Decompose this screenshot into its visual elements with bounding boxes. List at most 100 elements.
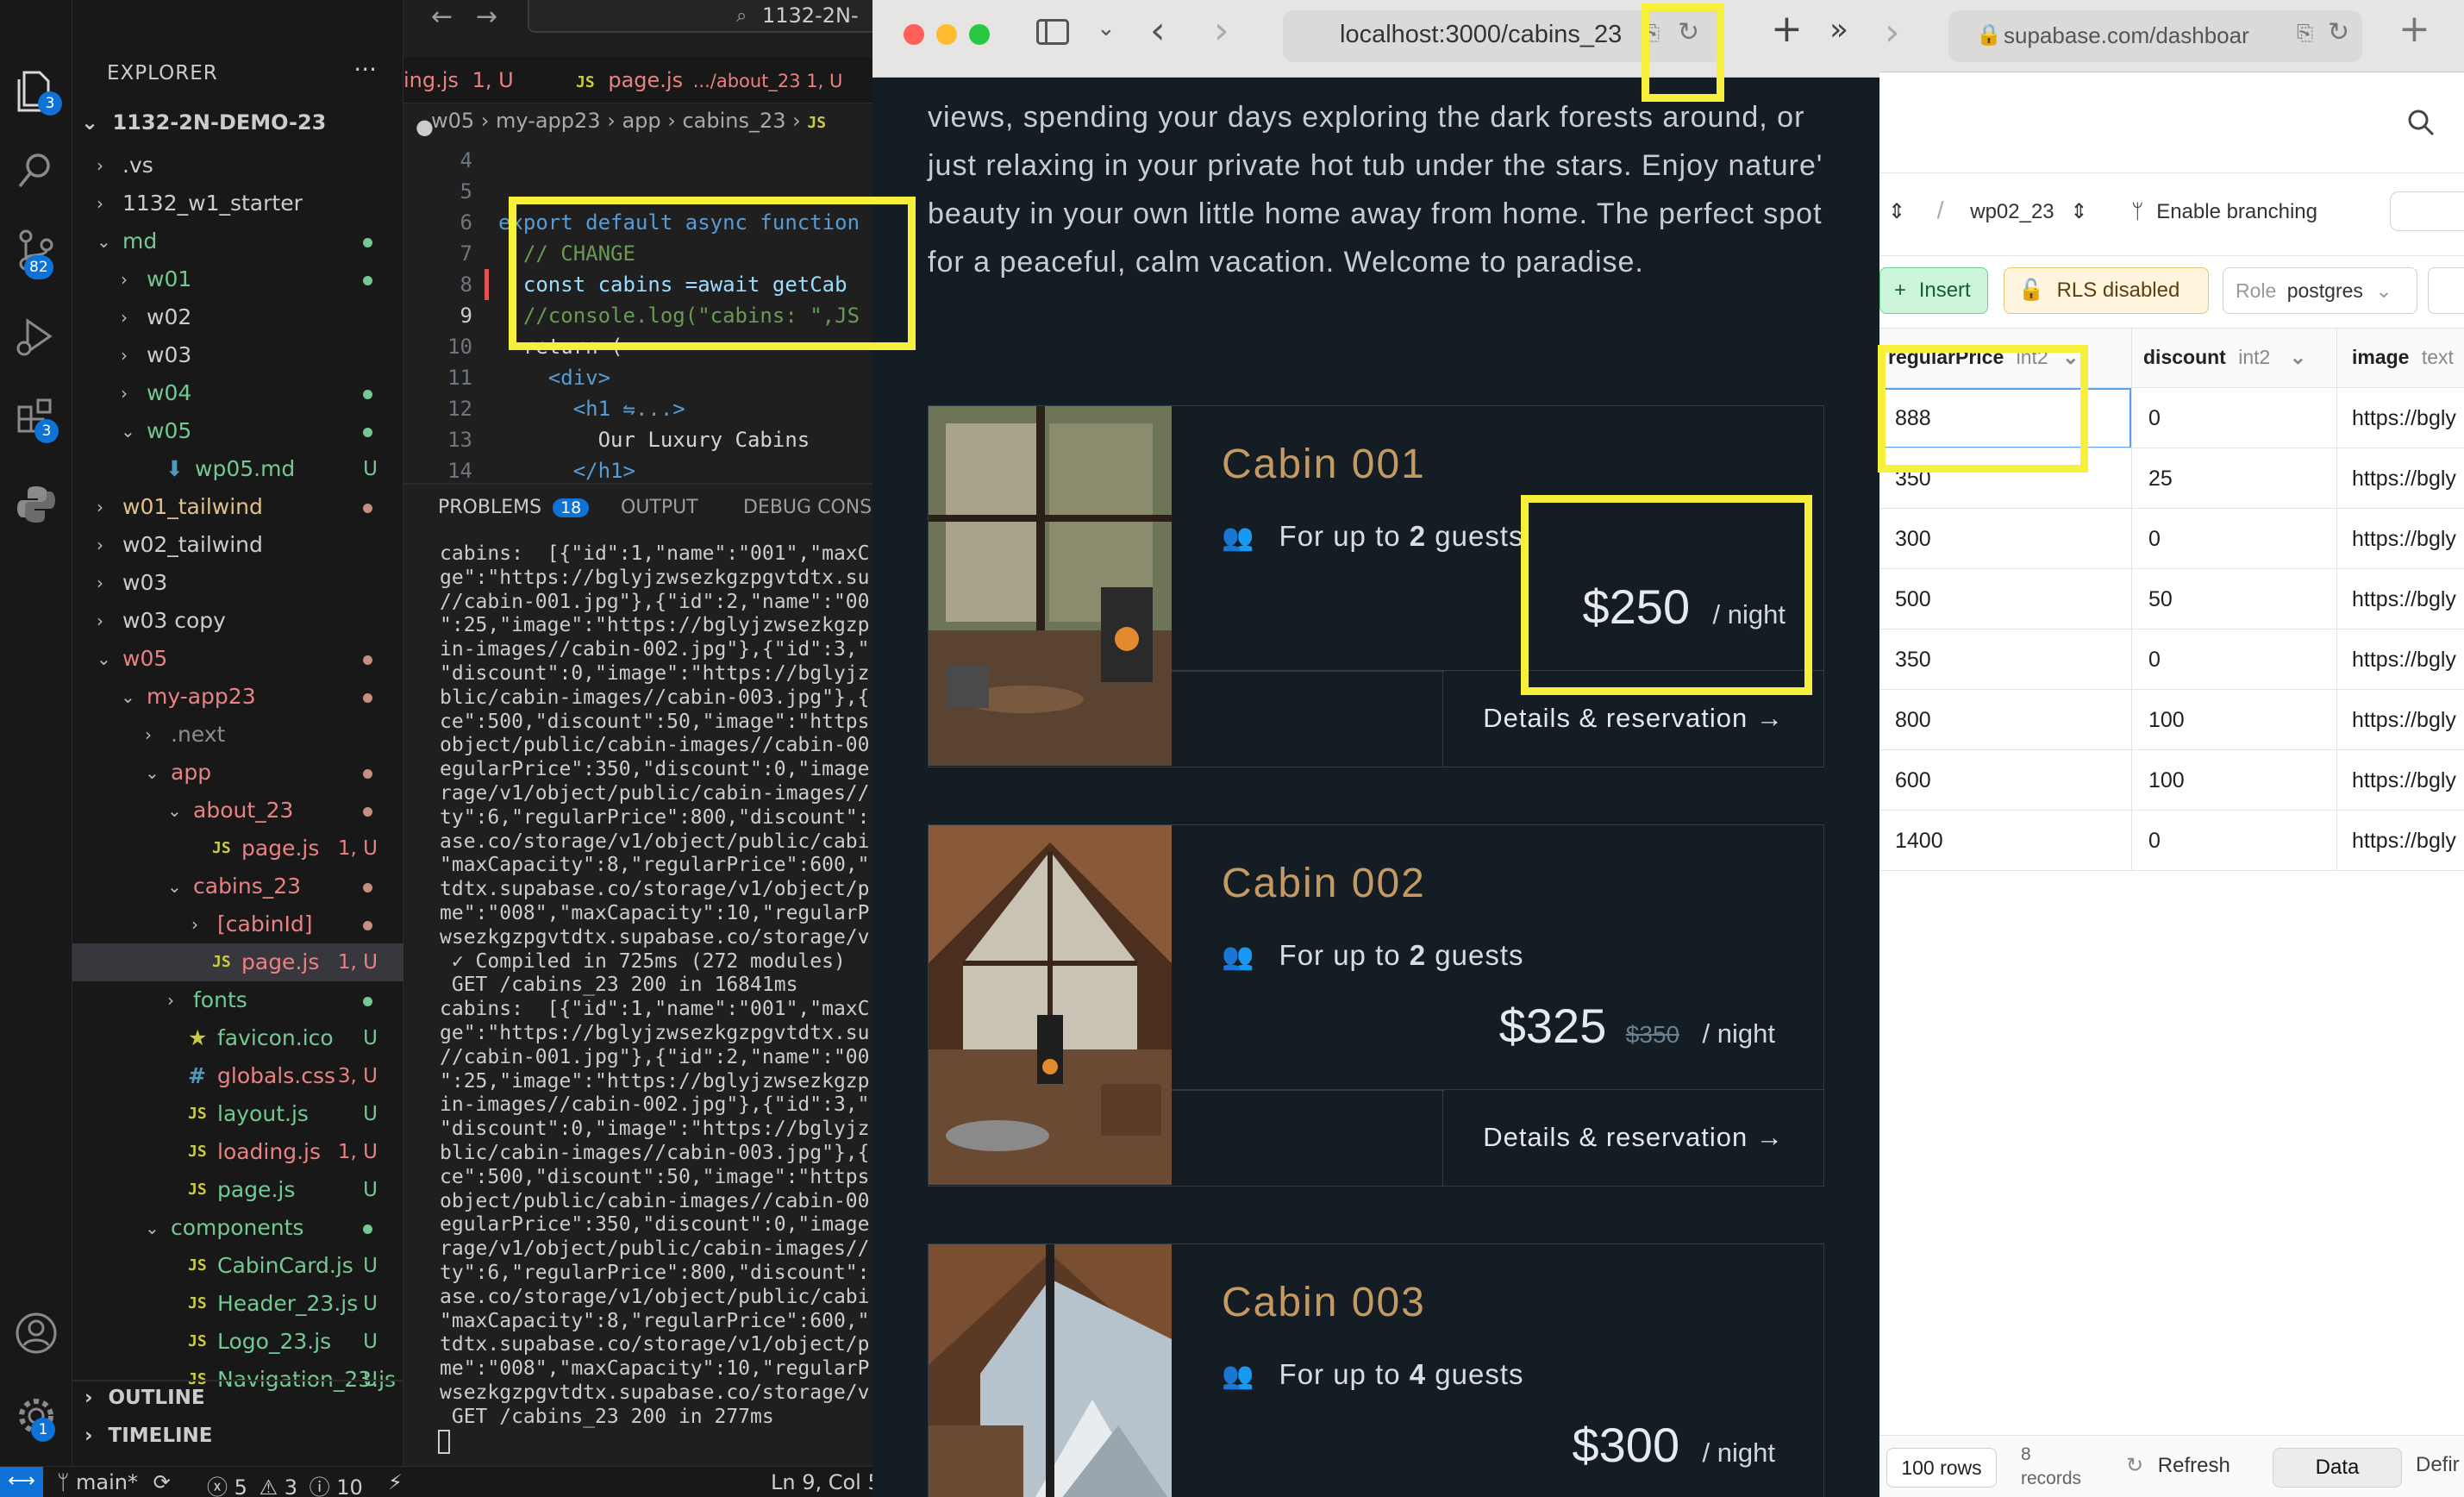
file-tree-item[interactable]: ★ favicon.ico U [72,1019,403,1057]
cell-regularprice[interactable]: 350 [1895,629,1931,690]
cell-discount[interactable]: 100 [2148,750,2185,811]
cell-image[interactable]: https://bgly [2352,388,2456,448]
file-tree-item[interactable]: ⌄ components [72,1209,403,1247]
file-tree-item[interactable]: JS page.js U [72,1171,403,1209]
file-tree-item[interactable]: › w02_tailwind [72,526,403,564]
file-tree-item[interactable]: JS page.js 1, U [72,830,403,868]
tab-about-page-js[interactable]: JS page.js .../about_23 1, U [576,57,872,103]
cell-image[interactable]: https://bgly [2352,811,2456,871]
table-row[interactable]: 1400 0 https://bgly [1879,811,2464,871]
file-tree-item[interactable]: ⌄ w05 [72,412,403,450]
breadcrumb-item[interactable]: JS [807,114,826,132]
table-row[interactable]: 800 100 https://bgly [1879,690,2464,750]
file-tree-item[interactable]: JS loading.js 1, U [72,1133,403,1171]
back-icon[interactable]: ‹ [1150,9,1166,53]
tab-definition[interactable]: Defir [2416,1453,2460,1477]
account-icon[interactable] [12,1309,60,1357]
project-name[interactable]: wp02_23 [1970,200,2054,223]
remote-icon[interactable]: ⟷ [0,1467,43,1497]
file-tree-item[interactable]: JS Header_23.js U [72,1285,403,1323]
source-control-icon[interactable]: 82 [12,226,60,279]
problems-indicator[interactable]: ⓧ 5 ⚠ 3 ⓘ 10 [207,1470,363,1497]
search-icon[interactable] [2405,107,2436,141]
sidebar-toggle-icon[interactable] [1036,19,1069,45]
tab-debug-console[interactable]: DEBUG CONSO [743,497,887,518]
file-tree-item[interactable]: ⌄ cabins_23 [72,868,403,905]
rls-disabled-button[interactable]: 🔓 RLS disabled [2004,267,2209,314]
cell-discount[interactable]: 25 [2148,448,2173,509]
role-select[interactable]: Role postgres ⌄ [2223,267,2417,314]
file-tree-item[interactable]: › fonts [72,981,403,1019]
explorer-files-icon[interactable]: 3 [12,66,62,116]
file-tree-item[interactable]: › 1132_w1_starter [72,185,403,222]
outline-section[interactable]: › OUTLINE [84,1387,205,1409]
breadcrumb-item[interactable]: w05 [431,109,474,133]
translate-icon[interactable]: ⎘ [2297,21,2313,45]
new-tab-icon[interactable]: + [1771,7,1803,51]
file-tree-item[interactable]: ⌄ app [72,754,403,792]
forward-icon[interactable]: › [1214,9,1229,53]
rows-per-page-select[interactable]: 100 rows [1886,1448,1997,1488]
file-tree-item[interactable]: JS page.js 1, U [72,943,403,981]
forward-icon[interactable]: › [1885,10,1900,54]
more-tabs-icon[interactable]: » [1829,12,1848,47]
file-tree-item[interactable]: ⌄ md [72,222,403,260]
connect-button[interactable] [2390,191,2464,231]
cell-image[interactable]: https://bgly [2352,629,2456,690]
cell-image[interactable]: https://bgly [2352,448,2456,509]
settings-gear-icon[interactable]: 1 [12,1392,60,1442]
cell-image[interactable]: https://bgly [2352,690,2456,750]
tab-problems[interactable]: PROBLEMS 18 [438,497,590,518]
file-tree-item[interactable]: › .vs [72,147,403,185]
minimize-window-button[interactable] [936,24,957,45]
file-tree-item[interactable]: › w03 copy [72,602,403,640]
cell-discount[interactable]: 0 [2148,509,2161,569]
command-center-search[interactable]: ⌕ 1132-2N- [528,0,890,33]
cell-discount[interactable]: 50 [2148,569,2173,629]
chevron-down-icon[interactable]: ⌄ [1097,16,1116,41]
file-tree-item[interactable]: ⌄ about_23 [72,792,403,830]
file-tree-item[interactable]: ⌄ w05 [72,640,403,678]
file-tree-item[interactable]: › w02 [72,298,403,336]
table-row[interactable]: 600 100 https://bgly [1879,750,2464,811]
file-tree-item[interactable]: › w03 [72,564,403,602]
timeline-section[interactable]: › TIMELINE [84,1425,213,1447]
file-tree-item[interactable]: › w03 [72,336,403,374]
breadcrumb-item[interactable]: app [622,109,660,133]
close-window-button[interactable] [904,24,924,45]
branch-indicator[interactable]: ᛘ main* ⟳ [57,1470,171,1494]
chevron-updown-icon[interactable]: ⇕ [1888,200,1905,223]
file-tree-item[interactable]: JS layout.js U [72,1095,403,1133]
cell-discount[interactable]: 0 [2148,629,2161,690]
cell-image[interactable]: https://bgly [2352,569,2456,629]
cell-regularprice[interactable]: 1400 [1895,811,1943,871]
table-row[interactable]: 500 50 https://bgly [1879,569,2464,629]
table-row[interactable]: 300 0 https://bgly [1879,509,2464,569]
cell-regularprice[interactable]: 600 [1895,750,1931,811]
file-tree-item[interactable]: JS CabinCard.js U [72,1247,403,1285]
file-tree-item[interactable]: › w01_tailwind [72,488,403,526]
breadcrumb-item[interactable]: cabins_23 [682,109,785,133]
reload-icon[interactable]: ↻ [2328,17,2349,47]
breadcrumb-item[interactable]: my-app23 [496,109,601,133]
file-tree-item[interactable]: › w01 [72,260,403,298]
insert-button[interactable]: + Insert [1879,267,1988,314]
file-tree-item[interactable]: ⌄ my-app23 [72,678,403,716]
file-tree-item[interactable]: # globals.css 3, U [72,1057,403,1095]
file-tree-item[interactable]: › .next [72,716,403,754]
tab-loading-js[interactable]: ing.js 1, U ● [403,57,548,139]
tab-output[interactable]: OUTPUT [621,497,698,518]
workspace-root[interactable]: ⌄ 1132-2N-DEMO-23 [81,110,326,135]
run-debug-icon[interactable] [12,312,60,360]
cell-discount[interactable]: 100 [2148,690,2185,750]
cell-regularprice[interactable]: 300 [1895,509,1931,569]
column-header-discount[interactable]: discount int2 ⌄ [2143,346,2306,369]
cursor-position[interactable]: Ln 9, Col 5 [771,1470,881,1494]
column-header-image[interactable]: image text [2352,346,2454,369]
back-arrow-icon[interactable]: ← [431,2,453,32]
cell-image[interactable]: https://bgly [2352,509,2456,569]
table-row[interactable]: 350 0 https://bgly [1879,629,2464,690]
filter-button[interactable] [2428,267,2464,314]
file-tree-item[interactable]: JS Logo_23.js U [72,1323,403,1361]
cell-regularprice[interactable]: 800 [1895,690,1931,750]
